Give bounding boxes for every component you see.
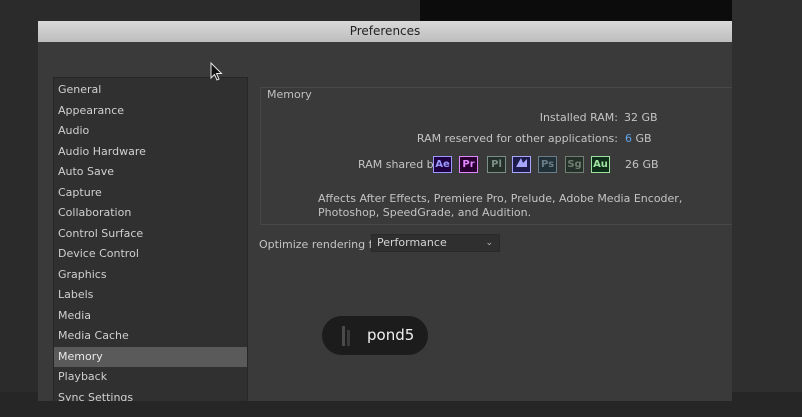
sidebar-item-labels[interactable]: Labels — [54, 285, 247, 306]
sidebar-item-general[interactable]: General — [54, 80, 247, 101]
installed-ram-value: 32 GB — [624, 111, 658, 124]
audition-icon: Au — [591, 156, 610, 173]
sidebar-item-auto-save[interactable]: Auto Save — [54, 162, 247, 183]
sidebar-item-graphics[interactable]: Graphics — [54, 265, 247, 286]
after-effects-icon: Ae — [433, 156, 452, 173]
sidebar-item-media-cache[interactable]: Media Cache — [54, 326, 247, 347]
sidebar-item-device-control[interactable]: Device Control — [54, 244, 247, 265]
ram-shared-label: RAM shared by — [358, 158, 441, 171]
premiere-pro-icon: Pr — [459, 156, 478, 173]
sidebar-item-appearance[interactable]: Appearance — [54, 101, 247, 122]
sidebar-item-playback[interactable]: Playback — [54, 367, 247, 388]
sidebar-item-sync-settings[interactable]: Sync Settings — [54, 388, 247, 402]
sidebar-item-memory[interactable]: Memory — [54, 346, 247, 367]
chevron-down-icon: ⌄ — [485, 238, 493, 248]
memory-group-title: Memory — [267, 88, 312, 101]
sidebar-item-audio[interactable]: Audio — [54, 121, 247, 142]
mouse-cursor-icon — [210, 62, 223, 81]
preferences-category-list[interactable]: General Appearance Audio Audio Hardware Auto… — [53, 77, 248, 401]
optimize-rendering-select[interactable]: Performance ⌄ — [371, 234, 500, 252]
sidebar-item-control-surface[interactable]: Control Surface — [54, 224, 247, 245]
installed-ram-label: Installed RAM: — [539, 111, 618, 124]
ram-reserved-unit: GB — [635, 132, 652, 145]
dialog-title: Preferences — [38, 21, 732, 42]
pond5-watermark: pond5 — [322, 316, 428, 355]
sidebar-item-capture[interactable]: Capture — [54, 183, 247, 204]
ram-reserved-value[interactable]: 6 — [625, 132, 632, 145]
ram-reserved-label: RAM reserved for other applications: — [416, 132, 618, 145]
sidebar-item-media[interactable]: Media — [54, 306, 247, 327]
pond5-watermark-text: pond5 — [367, 326, 415, 344]
ram-reserved-field[interactable]: 6 GB — [625, 132, 652, 145]
pond5-logo-icon — [342, 326, 350, 346]
background-video-area — [420, 0, 732, 22]
photoshop-icon: Ps — [538, 156, 557, 173]
optimize-rendering-label: Optimize rendering for: — [259, 238, 388, 251]
speedgrade-icon: Sg — [565, 156, 584, 173]
sidebar-item-audio-hardware[interactable]: Audio Hardware — [54, 142, 247, 163]
ram-shared-value: 26 GB — [625, 158, 659, 171]
background-strip — [732, 0, 802, 417]
media-encoder-icon — [512, 156, 531, 173]
sidebar-item-collaboration[interactable]: Collaboration — [54, 203, 247, 224]
prelude-icon: Pl — [487, 156, 506, 173]
affects-description: Affects After Effects, Premiere Pro, Pre… — [318, 192, 683, 219]
optimize-rendering-value: Performance — [377, 236, 447, 249]
